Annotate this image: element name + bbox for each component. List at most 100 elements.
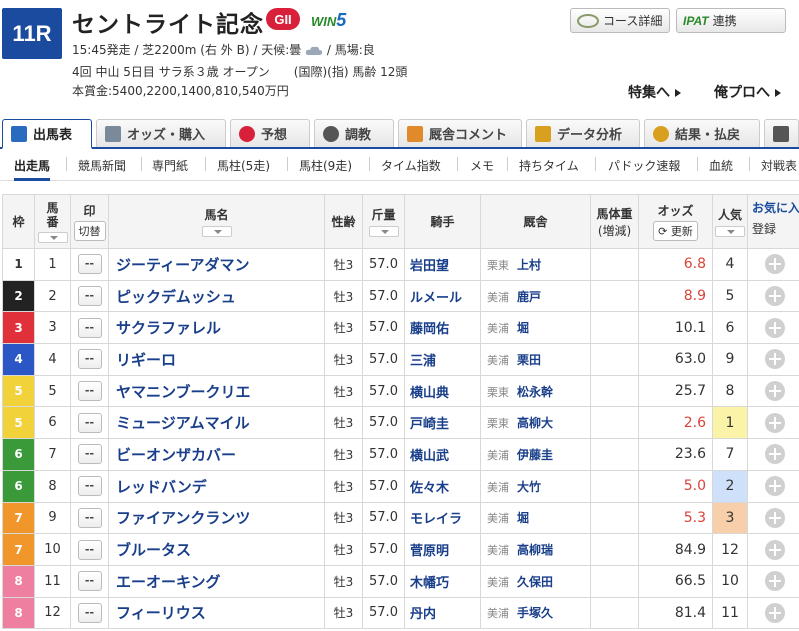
- mark-select-button[interactable]: --: [77, 349, 102, 370]
- header-weight[interactable]: 斤量: [362, 194, 405, 249]
- mark-select-button[interactable]: --: [77, 412, 102, 433]
- add-favorite-icon[interactable]: [765, 476, 785, 497]
- trainer-link[interactable]: 松永幹: [517, 385, 553, 399]
- add-favorite-icon[interactable]: [765, 349, 785, 370]
- jockey-link[interactable]: 丹内: [404, 596, 481, 630]
- add-favorite-icon[interactable]: [765, 317, 785, 338]
- orepro-link[interactable]: 俺プロへ: [714, 82, 781, 102]
- mark-toggle-button[interactable]: 切替: [73, 221, 106, 241]
- tab-shutsuba[interactable]: 出馬表: [2, 119, 92, 149]
- jockey-link[interactable]: 横山武: [404, 438, 481, 471]
- subnav-umabashira5[interactable]: 馬柱(5走): [217, 157, 270, 174]
- horse-name-link[interactable]: リギーロ: [108, 343, 325, 376]
- add-favorite-icon[interactable]: [765, 507, 785, 528]
- horse-name-link[interactable]: ファイアンクランツ: [108, 501, 325, 535]
- jockey-link[interactable]: 横山典: [404, 374, 481, 408]
- header-ninki[interactable]: 人気: [712, 194, 748, 249]
- horse-name-link[interactable]: エーオーキング: [108, 564, 325, 598]
- add-favorite-icon[interactable]: [765, 602, 785, 623]
- trainer-link[interactable]: 伊藤圭: [517, 448, 553, 462]
- header-umaban[interactable]: 馬番: [34, 194, 71, 249]
- trainer-link[interactable]: 上村: [517, 258, 541, 272]
- special-feature-link[interactable]: 特集へ: [628, 82, 681, 102]
- jockey-link[interactable]: 佐々木: [404, 469, 481, 503]
- jockey-link[interactable]: 戸崎圭: [404, 406, 481, 440]
- tab-video[interactable]: [764, 119, 799, 147]
- jockey-link[interactable]: モレイラ: [404, 501, 481, 535]
- add-favorite-icon[interactable]: [765, 381, 785, 402]
- trainer-link[interactable]: 堀: [517, 511, 529, 525]
- horse-name-link[interactable]: フィーリウス: [108, 596, 325, 630]
- jockey-link[interactable]: 木幡巧: [404, 564, 481, 598]
- trainer-link[interactable]: 手塚久: [517, 606, 553, 620]
- subnav-best-time[interactable]: 持ちタイム: [519, 157, 579, 174]
- add-favorite-icon[interactable]: [765, 539, 785, 560]
- jockey-link[interactable]: 岩田望: [404, 248, 481, 281]
- subnav-newspaper[interactable]: 競馬新聞: [78, 157, 126, 174]
- subnav-memo[interactable]: メモ: [470, 157, 494, 174]
- jockey-link[interactable]: ルメール: [404, 279, 481, 313]
- add-favorite-icon[interactable]: [765, 412, 785, 433]
- trainer-link[interactable]: 堀: [517, 321, 529, 335]
- subnav-matchup[interactable]: 対戦表: [761, 157, 797, 174]
- add-favorite-icon[interactable]: [765, 444, 785, 465]
- jockey-link[interactable]: 三浦: [404, 343, 481, 376]
- tab-odds[interactable]: オッズ・購入: [96, 119, 226, 147]
- mark-select-button[interactable]: --: [77, 571, 102, 592]
- odds-cell: 2.6: [638, 406, 713, 440]
- sort-dropdown-icon[interactable]: [368, 226, 399, 237]
- subnav-umabashira9[interactable]: 馬柱(9走): [299, 157, 352, 174]
- sexage-cell: 牡3: [324, 311, 363, 345]
- jockey-link[interactable]: 藤岡佑: [404, 311, 481, 345]
- stable-area: 栗東: [487, 417, 509, 431]
- trainer-link[interactable]: 高柳大: [517, 416, 553, 430]
- horse-name-link[interactable]: ブルータス: [108, 533, 325, 566]
- tab-data-analysis[interactable]: データ分析: [526, 119, 640, 147]
- add-favorite-icon[interactable]: [765, 286, 785, 307]
- mark-select-button[interactable]: --: [77, 602, 102, 623]
- mark-select-button[interactable]: --: [77, 286, 102, 307]
- horse-name-link[interactable]: ミュージアムマイル: [108, 406, 325, 440]
- mark-select-button[interactable]: --: [77, 381, 102, 402]
- add-favorite-icon[interactable]: [765, 571, 785, 592]
- trainer-link[interactable]: 高柳瑞: [517, 543, 553, 557]
- subnav-senmonshi[interactable]: 専門紙: [152, 157, 188, 174]
- mark-select-button[interactable]: --: [77, 317, 102, 338]
- win5-logo[interactable]: WIN5: [311, 10, 346, 31]
- tab-stable-comment[interactable]: 厩舎コメント: [398, 119, 522, 147]
- header-label: 騎手: [430, 215, 455, 229]
- horse-name-link[interactable]: ジーティーアダマン: [108, 248, 325, 281]
- ninki-cell: 12: [712, 533, 748, 566]
- mark-select-button[interactable]: --: [77, 254, 102, 275]
- subnav-shutsuba[interactable]: 出走馬: [14, 157, 51, 181]
- add-favorite-icon[interactable]: [765, 254, 785, 275]
- trainer-link[interactable]: 大竹: [517, 480, 541, 494]
- horse-name-link[interactable]: ピックデムッシュ: [108, 279, 325, 313]
- mark-select-button[interactable]: --: [77, 476, 102, 497]
- horse-name-link[interactable]: ヤマニンブークリエ: [108, 374, 325, 408]
- horse-name-link[interactable]: ビーオンザカバー: [108, 438, 325, 471]
- horse-name-link[interactable]: レッドバンデ: [108, 469, 325, 503]
- subnav-paddock[interactable]: パドック速報: [608, 157, 680, 174]
- mark-select-button[interactable]: --: [77, 539, 102, 560]
- tab-chokyo[interactable]: 調教: [314, 119, 394, 147]
- ipat-link-button[interactable]: IPAT 連携: [676, 8, 786, 33]
- course-detail-button[interactable]: コース詳細: [570, 8, 670, 33]
- sort-dropdown-icon[interactable]: [37, 231, 68, 243]
- trainer-link[interactable]: 久保田: [517, 575, 553, 589]
- mark-select-button[interactable]: --: [77, 507, 102, 528]
- mark-select-button[interactable]: --: [77, 444, 102, 465]
- trainer-link[interactable]: 鹿戸: [517, 290, 541, 304]
- tab-yoso[interactable]: 予想: [230, 119, 310, 147]
- subnav-time-index[interactable]: タイム指数: [381, 157, 441, 174]
- trainer-link[interactable]: 栗田: [517, 353, 541, 367]
- header-name[interactable]: 馬名: [108, 194, 325, 249]
- header-sub-label: (増減): [597, 223, 632, 238]
- sort-dropdown-icon[interactable]: [201, 226, 232, 237]
- jockey-link[interactable]: 菅原明: [404, 533, 481, 566]
- odds-update-button[interactable]: ⟳ 更新: [653, 221, 698, 241]
- tab-results[interactable]: 結果・払戻: [644, 119, 760, 147]
- sort-dropdown-icon[interactable]: [715, 226, 745, 237]
- horse-name-link[interactable]: サクラファレル: [108, 311, 325, 345]
- subnav-pedigree[interactable]: 血統: [709, 157, 733, 174]
